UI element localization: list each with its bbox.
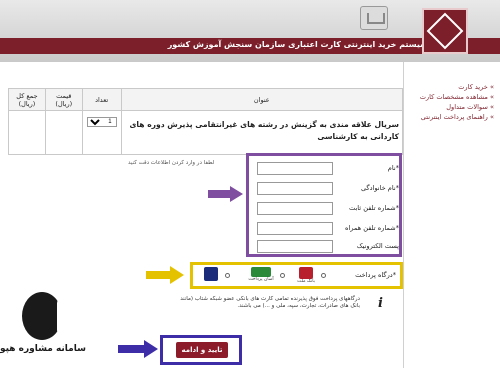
family-row: *نام خانوادگی — [257, 182, 399, 196]
contact-form-highlight: *نام *نام خانوادگی *شماره تلفن ثابت *شما… — [246, 153, 402, 257]
sidebar-item-view-card[interactable]: مشاهده مشخصات کارت — [406, 92, 494, 102]
table-row: سریال علاقه مندی به گزینش در رشته های غی… — [8, 110, 404, 155]
sidebar-divider — [403, 62, 404, 368]
submit-button-highlight: تایید و ادامه — [160, 335, 242, 365]
yellow-arrow-icon — [146, 266, 186, 284]
watermark-text: سامانه مشاوره هپوا — [0, 344, 86, 354]
watermark-logo: سامانه مشاوره هپوا — [0, 292, 86, 368]
family-label: *نام خانوادگی — [360, 184, 399, 192]
column-title: عنوان — [120, 88, 404, 111]
column-price: قیمت (ریال) — [44, 88, 83, 111]
gateway-note: درگاههای پرداخت فوق پذیرنده تمامی کارت ه… — [180, 296, 360, 309]
mobile-field[interactable] — [257, 222, 333, 235]
blue-arrow-icon — [118, 340, 160, 358]
sidebar-item-payment-guide[interactable]: راهنمای پرداخت اینترنتی — [406, 112, 494, 122]
main-content: عنوان تعداد قیمت (ریال) جمع کل (ریال) سر… — [8, 88, 404, 155]
payment-gateway-highlight: *درگاه پرداخت بانک ملت آسان پرداخت — [190, 262, 403, 289]
family-field[interactable] — [257, 182, 333, 195]
gateway-radio-2[interactable] — [280, 273, 285, 278]
sidebar-menu: خرید کارت مشاهده مشخصات کارت سوالات متدا… — [406, 82, 494, 122]
pen-nib-icon — [22, 292, 67, 340]
gateway-label: *درگاه پرداخت — [355, 271, 396, 279]
sidebar-item-faq[interactable]: سوالات متداول — [406, 102, 494, 112]
bank-logo-asan: آسان پرداخت — [243, 267, 279, 284]
phone-label: *شماره تلفن ثابت — [348, 204, 399, 212]
bank-logo-mellat: بانک ملت — [288, 267, 324, 284]
name-field[interactable] — [257, 162, 333, 175]
confirm-continue-button[interactable]: تایید و ادامه — [176, 342, 228, 358]
email-row: پست الکترونیک — [257, 240, 399, 254]
phone-field[interactable] — [257, 202, 333, 215]
form-hint: لطفا در وارد کردن اطلاعات دقت کنید — [128, 160, 215, 166]
purple-arrow-icon — [208, 186, 244, 202]
name-row: *نام — [257, 162, 399, 176]
info-icon: i — [378, 296, 383, 311]
cart-table: عنوان تعداد قیمت (ریال) جمع کل (ریال) سر… — [8, 88, 404, 155]
table-header-row: عنوان تعداد قیمت (ریال) جمع کل (ریال) — [8, 88, 404, 111]
bank-logo-pardakht — [193, 267, 229, 284]
column-total: جمع کل (ریال) — [8, 88, 46, 111]
column-count: تعداد — [81, 88, 122, 111]
item-total — [8, 110, 46, 155]
name-label: *نام — [387, 164, 399, 172]
phone-row: *شماره تلفن ثابت — [257, 202, 399, 216]
item-title: سریال علاقه مندی به گزینش در رشته های غی… — [120, 110, 404, 155]
mobile-label: *شماره تلفن همراه — [344, 224, 399, 232]
organization-logo — [422, 8, 468, 54]
email-label: پست الکترونیک — [356, 242, 399, 250]
quantity-select[interactable]: 1 — [86, 117, 117, 127]
shopping-cart-icon — [360, 6, 388, 30]
email-field[interactable] — [257, 240, 333, 253]
page-title: سیستم خرید اینترنتی کارت اعتباری سازمان … — [167, 40, 428, 49]
item-price — [44, 110, 83, 155]
mobile-row: *شماره تلفن همراه — [257, 222, 399, 236]
item-count-cell: 1 — [81, 110, 122, 155]
sidebar-item-buy-card[interactable]: خرید کارت — [406, 82, 494, 92]
